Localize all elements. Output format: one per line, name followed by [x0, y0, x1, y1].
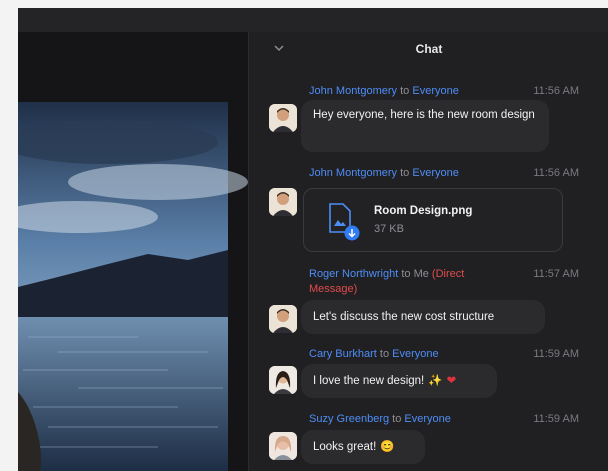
message-header: Suzy Greenberg to Everyone 11:59 AM	[309, 412, 599, 427]
avatar	[269, 104, 297, 132]
to-label: to	[400, 85, 410, 97]
message-bubble: Let's discuss the new cost structure	[301, 300, 545, 334]
chat-panel: Chat John Montgomery to Everyone 11:56 A…	[248, 32, 608, 471]
to-label: to	[392, 413, 402, 425]
message-text: Looks great!	[313, 441, 377, 453]
smile-emoji: 😊	[380, 441, 395, 453]
message-time: 11:56 AM	[533, 85, 579, 97]
message-header: Roger Northwright to Me (Direct Message)	[309, 267, 509, 297]
avatar	[269, 432, 297, 460]
recipient-name[interactable]: Everyone	[392, 348, 438, 360]
recipient-name: Me	[413, 268, 429, 280]
app-window: Chat John Montgomery to Everyone 11:56 A…	[18, 8, 608, 471]
message-header: Cary Burkhart to Everyone 11:59 AM	[309, 347, 599, 362]
sender-name[interactable]: Cary Burkhart	[309, 348, 377, 360]
message-text: I love the new design!	[313, 375, 425, 387]
file-attachment[interactable]: Room Design.png 37 KB	[303, 188, 563, 252]
message-header: John Montgomery to Everyone 11:56 AM	[309, 84, 599, 99]
video-feed-scenery	[18, 102, 248, 471]
chat-header: Chat	[249, 32, 608, 68]
sender-name[interactable]: Roger Northwright	[309, 268, 398, 280]
heart-emoji: ❤	[446, 375, 457, 387]
message-time: 11:59 AM	[533, 348, 579, 360]
file-name: Room Design.png	[374, 205, 473, 217]
to-label: to	[379, 348, 390, 360]
video-panel	[18, 32, 248, 471]
recipient-name[interactable]: Everyone	[412, 167, 458, 179]
to-label: to	[400, 167, 410, 179]
sender-name[interactable]: John Montgomery	[309, 167, 397, 179]
chat-title: Chat	[415, 42, 443, 56]
download-icon[interactable]	[344, 225, 360, 241]
sender-name[interactable]: Suzy Greenberg	[309, 413, 389, 425]
avatar	[269, 188, 297, 216]
sender-name[interactable]: John Montgomery	[309, 85, 397, 97]
message-time: 11:57 AM	[533, 268, 579, 280]
file-size: 37 KB	[374, 223, 404, 235]
message-header: John Montgomery to Everyone 11:56 AM	[309, 166, 599, 181]
sparkles-emoji: ✨	[428, 375, 443, 387]
recipient-name[interactable]: Everyone	[404, 413, 450, 425]
avatar	[269, 366, 297, 394]
message-time: 11:59 AM	[533, 413, 579, 425]
message-bubble: Looks great! 😊	[301, 430, 425, 464]
avatar	[269, 305, 297, 333]
message-bubble: I love the new design! ✨ ❤	[301, 364, 497, 398]
message-bubble: Hey everyone, here is the new room desig…	[301, 100, 549, 152]
recipient-name[interactable]: Everyone	[412, 85, 458, 97]
message-time: 11:56 AM	[533, 167, 579, 179]
to-label: to	[401, 268, 411, 280]
title-bar	[18, 8, 608, 32]
